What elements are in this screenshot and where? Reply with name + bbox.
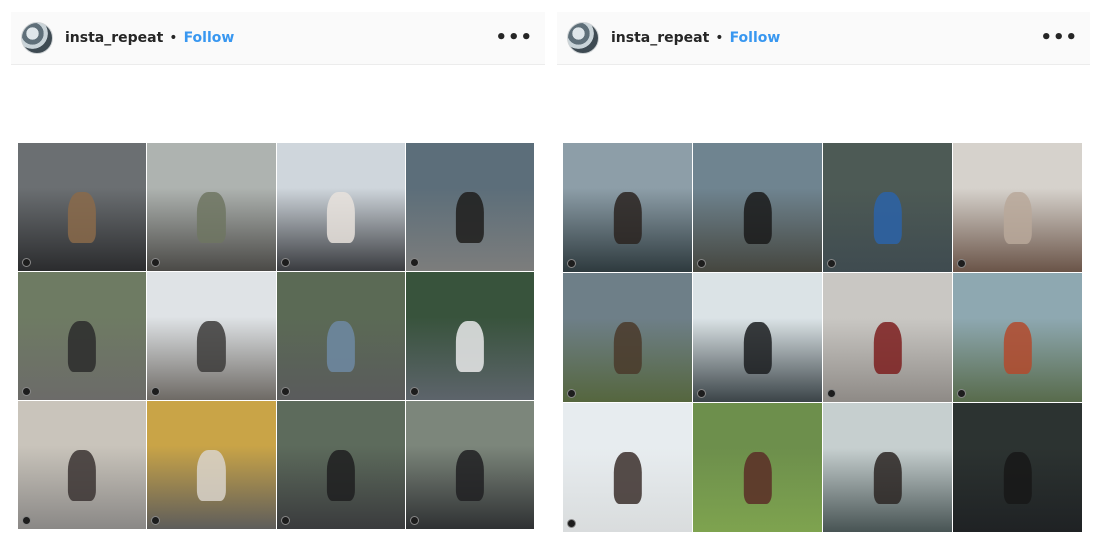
avatar[interactable] <box>21 22 53 54</box>
photo-subject <box>1003 452 1032 504</box>
photo-tile[interactable] <box>18 143 147 271</box>
photo-subject <box>455 449 484 501</box>
account-badge-icon <box>827 259 836 268</box>
account-badge-icon <box>151 258 161 267</box>
separator-dot: • <box>715 30 724 46</box>
photo-tile[interactable] <box>823 273 952 402</box>
account-badge-icon <box>697 259 706 268</box>
photo-grid-right <box>563 143 1082 532</box>
photo-tile[interactable] <box>693 403 822 532</box>
account-badge-icon <box>409 387 419 396</box>
photo-tile[interactable] <box>823 143 952 272</box>
follow-button[interactable]: Follow <box>184 30 235 46</box>
account-badge-icon <box>957 259 966 268</box>
photo-tile[interactable] <box>953 273 1082 402</box>
photo-subject <box>873 322 902 374</box>
username[interactable]: insta_repeat <box>611 30 709 46</box>
photo-tile[interactable] <box>953 403 1082 532</box>
account-badge-icon <box>409 516 419 525</box>
photo-tile[interactable] <box>147 272 276 400</box>
photo-subject <box>326 320 355 372</box>
photo-subject <box>326 191 355 243</box>
photo-subject <box>68 320 97 372</box>
account-badge-icon <box>280 387 290 396</box>
photo-subject <box>1003 322 1032 374</box>
account-badge-icon <box>22 516 31 525</box>
photo-subject <box>873 452 902 504</box>
username[interactable]: insta_repeat <box>65 30 163 46</box>
photo-subject <box>743 192 772 244</box>
photo-subject <box>873 192 902 244</box>
account-badge-icon <box>151 387 161 396</box>
account-badge-icon <box>22 387 31 396</box>
photo-tile[interactable] <box>563 143 692 272</box>
photo-grid-left <box>18 143 534 529</box>
photo-subject <box>455 191 484 243</box>
account-badge-icon <box>697 389 706 398</box>
photo-tile[interactable] <box>276 272 405 400</box>
account-badge-icon <box>280 258 290 267</box>
photo-subject <box>68 449 97 501</box>
more-options-icon[interactable]: ••• <box>1040 29 1078 47</box>
photo-tile[interactable] <box>405 272 534 400</box>
photo-subject <box>743 322 772 374</box>
photo-tile[interactable] <box>405 143 534 271</box>
photo-subject <box>197 449 226 501</box>
photo-tile[interactable] <box>276 143 405 271</box>
account-badge-icon <box>957 389 966 398</box>
account-badge-icon <box>567 389 576 398</box>
photo-tile[interactable] <box>147 401 276 529</box>
post-right: insta_repeat • Follow ••• <box>557 12 1090 65</box>
separator-dot: • <box>169 30 178 46</box>
account-badge-icon <box>280 516 290 525</box>
photo-subject <box>326 449 355 501</box>
account-badge-icon <box>22 258 31 267</box>
photo-tile[interactable] <box>405 401 534 529</box>
photo-subject <box>197 320 226 372</box>
photo-tile[interactable] <box>18 401 147 529</box>
photo-tile[interactable] <box>276 401 405 529</box>
photo-subject <box>613 192 642 244</box>
account-badge-icon <box>567 519 576 528</box>
photo-subject <box>1003 192 1032 244</box>
photo-tile[interactable] <box>953 143 1082 272</box>
photo-subject <box>455 320 484 372</box>
account-badge-icon <box>827 389 836 398</box>
photo-subject <box>613 452 642 504</box>
photo-subject <box>68 191 97 243</box>
account-badge-icon <box>151 516 161 525</box>
photo-tile[interactable] <box>563 403 692 532</box>
follow-button[interactable]: Follow <box>730 30 781 46</box>
photo-tile[interactable] <box>823 403 952 532</box>
photo-tile[interactable] <box>693 273 822 402</box>
photo-subject <box>743 452 772 504</box>
more-options-icon[interactable]: ••• <box>495 29 533 47</box>
photo-tile[interactable] <box>693 143 822 272</box>
photo-subject <box>613 322 642 374</box>
post-header: insta_repeat • Follow ••• <box>557 12 1090 65</box>
account-badge-icon <box>409 258 419 267</box>
photo-tile[interactable] <box>563 273 692 402</box>
photo-tile[interactable] <box>147 143 276 271</box>
avatar[interactable] <box>567 22 599 54</box>
photo-tile[interactable] <box>18 272 147 400</box>
post-header: insta_repeat • Follow ••• <box>11 12 545 65</box>
account-badge-icon <box>567 259 576 268</box>
post-left: insta_repeat • Follow ••• <box>11 12 545 65</box>
photo-subject <box>197 191 226 243</box>
